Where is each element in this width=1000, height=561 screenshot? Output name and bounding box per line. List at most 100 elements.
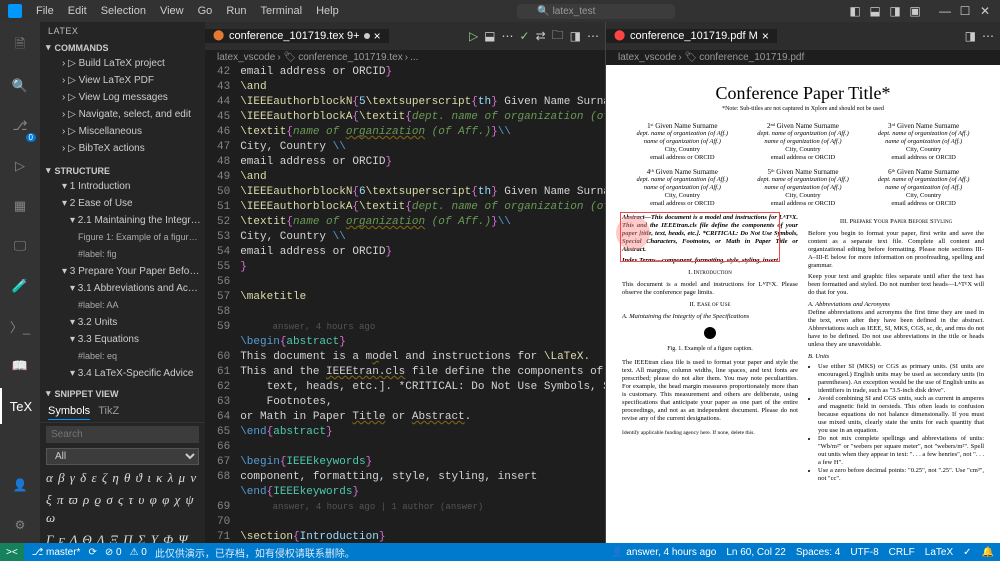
tab-tex-file[interactable]: ⬤ conference_101719.tex 9+ × [205,29,389,43]
layout-bottom-icon[interactable]: ⬓ [868,4,882,18]
lock-icon[interactable]: 🗀 [552,26,564,47]
testing-icon[interactable]: 🧪 [0,268,40,304]
git-sync-icon[interactable]: ⟳ [88,547,96,558]
code-line[interactable]: This document is a model and instruction… [240,350,605,365]
code-line[interactable]: City, Country \\ [240,140,605,155]
problems-warnings[interactable]: ⚠ 0 [130,547,147,558]
command-item[interactable]: › ▷ View LaTeX PDF [40,72,205,89]
code-line[interactable]: \textit{name of organization (of Aff.)}\… [240,215,605,230]
menu-go[interactable]: Go [192,3,219,19]
check-icon[interactable]: ✓ [520,29,530,43]
latex-check-icon[interactable]: ✓ [963,547,971,558]
maximize-icon[interactable]: ☐ [958,4,972,18]
code-line[interactable]: \IEEEauthorblockN{5\textsuperscript{th} … [240,95,605,110]
command-item[interactable]: › ▷ Miscellaneous [40,123,205,140]
indentation[interactable]: Spaces: 4 [796,547,840,558]
cursor-position[interactable]: Ln 60, Col 22 [726,547,786,558]
outline-item[interactable]: #label: AA [40,297,205,314]
search-icon[interactable]: 🔍 [0,68,40,104]
command-item[interactable]: › ▷ View Log messages [40,89,205,106]
menu-view[interactable]: View [154,3,190,19]
symbol-row[interactable]: Γ ϝ Δ Θ Λ Ξ Π Σ Υ Φ Ψ Ω [40,529,205,543]
close-icon[interactable]: ✕ [978,4,992,18]
remote-icon[interactable]: 🖵 [0,228,40,264]
codelens[interactable]: answer, 4 hours ago | 1 author (answer) [240,500,605,515]
outline-item[interactable]: ▾ 2.1 Maintaining the Integrity of the S… [40,212,205,229]
snippet-section[interactable]: ▾ SNIPPET VIEW [40,386,205,401]
outline-item[interactable]: ▾ 3.3 Equations [40,331,205,348]
code-line[interactable]: \IEEEauthorblockA{\textit{dept. name of … [240,200,605,215]
codelens[interactable]: answer, 4 hours ago [240,320,605,335]
account-icon[interactable]: 👤 [0,467,40,503]
more-icon[interactable]: ⋯ [502,29,514,43]
split-right-icon[interactable]: ◨ [965,29,976,43]
outline-item[interactable]: ▾ 3.4 LaTeX-Specific Advice [40,365,205,382]
latex-icon[interactable]: TeX [0,388,40,424]
menu-edit[interactable]: Edit [62,3,93,19]
menu-terminal[interactable]: Terminal [255,3,309,19]
outline-item[interactable]: Figure 1: Example of a figure caption. [40,229,205,246]
language-mode[interactable]: LaTeX [925,547,953,558]
outline-item[interactable]: ▾ 1 Introduction [40,178,205,195]
source-control-icon[interactable]: ⎇0 [0,108,40,144]
ellipsis-icon[interactable]: ⋯ [982,29,994,43]
outline-item[interactable]: ▾ 2 Ease of Use [40,195,205,212]
layout-left-icon[interactable]: ◧ [848,4,862,18]
symbol-category-select[interactable]: All [46,448,199,465]
code-line[interactable]: \and [240,170,605,185]
code-line[interactable]: \end{IEEEkeywords} [240,485,605,500]
outline-item[interactable]: #label: eq [40,348,205,365]
powershell-icon[interactable]: 〉_ [0,308,40,344]
code-line[interactable]: \IEEEauthorblockN{6\textsuperscript{th} … [240,185,605,200]
structure-section[interactable]: ▾ STRUCTURE [40,163,205,178]
command-item[interactable]: › ▷ Navigate, select, and edit [40,106,205,123]
code-line[interactable]: \maketitle [240,290,605,305]
code-line[interactable]: Footnotes, [240,395,605,410]
close-tab-icon[interactable]: × [762,29,769,43]
pdf-viewer[interactable]: Conference Paper Title* *Note: Sub-title… [606,65,1000,543]
code-line[interactable]: \begin{IEEEkeywords} [240,455,605,470]
symbol-row[interactable]: ξ π ϖ ρ ϱ σ ς τ υ φ φ χ ψ ω [40,489,205,529]
outline-item[interactable]: ▾ 3.2 Units [40,314,205,331]
split-right-icon[interactable]: ◨ [570,29,581,43]
gitlens-blame[interactable]: 👤 answer, 4 hours ago [611,547,716,558]
split-down-icon[interactable]: ⬓ [484,29,495,43]
code-line[interactable]: email address or ORCID} [240,65,605,80]
menu-file[interactable]: File [30,3,60,19]
outline-item[interactable]: #label: fig [40,246,205,263]
layout-right-icon[interactable]: ◨ [888,4,902,18]
symbol-search-input[interactable] [46,426,199,443]
command-item[interactable]: › ▷ BibTeX actions [40,140,205,157]
code-line[interactable]: This and the IEEEtran.cls file define th… [240,365,605,380]
code-line[interactable]: email address or ORCID} [240,155,605,170]
snippet-tab-tikz[interactable]: TikZ [98,403,119,420]
extensions-icon[interactable]: ▦ [0,188,40,224]
code-line[interactable] [240,305,605,320]
run-icon[interactable]: ▷ [469,29,478,43]
menu-selection[interactable]: Selection [95,3,152,19]
code-line[interactable]: \section{Introduction} [240,530,605,543]
explorer-icon[interactable]: 🗎 [0,28,40,64]
layout-custom-icon[interactable]: ▣ [908,4,922,18]
eol[interactable]: CRLF [889,547,915,558]
breadcrumb-right[interactable]: latex_vscode › 🏷 conference_101719.pdf [606,50,1000,65]
close-tab-icon[interactable]: × [374,29,381,43]
code-line[interactable]: \end{abstract} [240,425,605,440]
problems-errors[interactable]: ⊘ 0 [105,547,122,558]
run-debug-icon[interactable]: ▷ [0,148,40,184]
settings-gear-icon[interactable]: ⚙ [0,507,40,543]
encoding[interactable]: UTF-8 [850,547,878,558]
code-line[interactable]: or Math in Paper Title or Abstract. [240,410,605,425]
code-line[interactable]: \and [240,80,605,95]
code-line[interactable]: } [240,260,605,275]
minimize-icon[interactable]: — [938,4,952,18]
outline-item[interactable]: ▾ 3.1 Abbreviations and Acronyms [40,280,205,297]
code-line[interactable] [240,515,605,530]
ellipsis-icon[interactable]: ⋯ [587,29,599,43]
code-line[interactable] [240,440,605,455]
notifications-icon[interactable]: 🔔 [982,547,994,558]
code-line[interactable]: \begin{abstract} [240,335,605,350]
code-line[interactable]: text, heads, etc.]. *CRITICAL: Do Not Us… [240,380,605,395]
menu-help[interactable]: Help [310,3,345,19]
code-line[interactable]: component, formatting, style, styling, i… [240,470,605,485]
